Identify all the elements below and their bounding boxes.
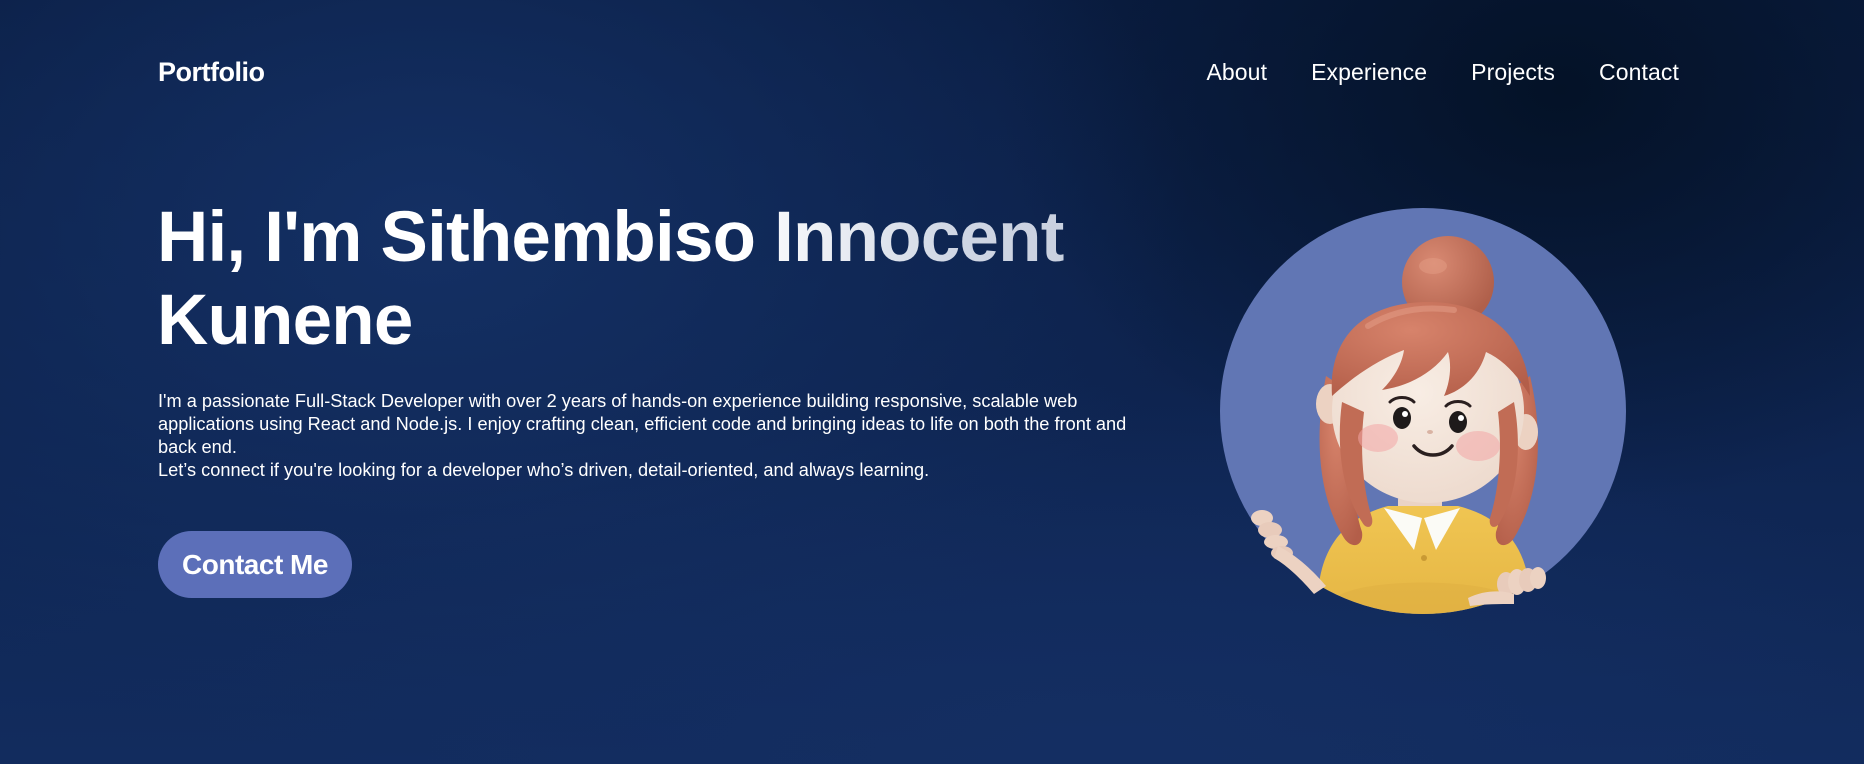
hero-description-cta-line: Let’s connect if you're looking for a de… — [158, 460, 930, 480]
avatar — [1218, 206, 1628, 616]
nav-link-experience[interactable]: Experience — [1311, 56, 1427, 88]
hero-description-paragraph: I'm a passionate Full-Stack Developer wi… — [158, 391, 1127, 457]
contact-me-button[interactable]: Contact Me — [158, 531, 352, 598]
nav-link-contact[interactable]: Contact — [1599, 56, 1679, 88]
hero-description: I'm a passionate Full-Stack Developer wi… — [158, 390, 1168, 482]
hero-title: Hi, I'm Sithembiso Innocent Kunene — [157, 196, 1157, 362]
cartoon-girl-avatar-icon — [1220, 208, 1626, 614]
nav-link-about[interactable]: About — [1206, 56, 1267, 88]
nav-links: About Experience Projects Contact — [1206, 56, 1679, 88]
brand-logo[interactable]: Portfolio — [158, 54, 265, 90]
top-navigation: Portfolio About Experience Projects Cont… — [0, 0, 1864, 144]
nav-link-projects[interactable]: Projects — [1471, 56, 1555, 88]
